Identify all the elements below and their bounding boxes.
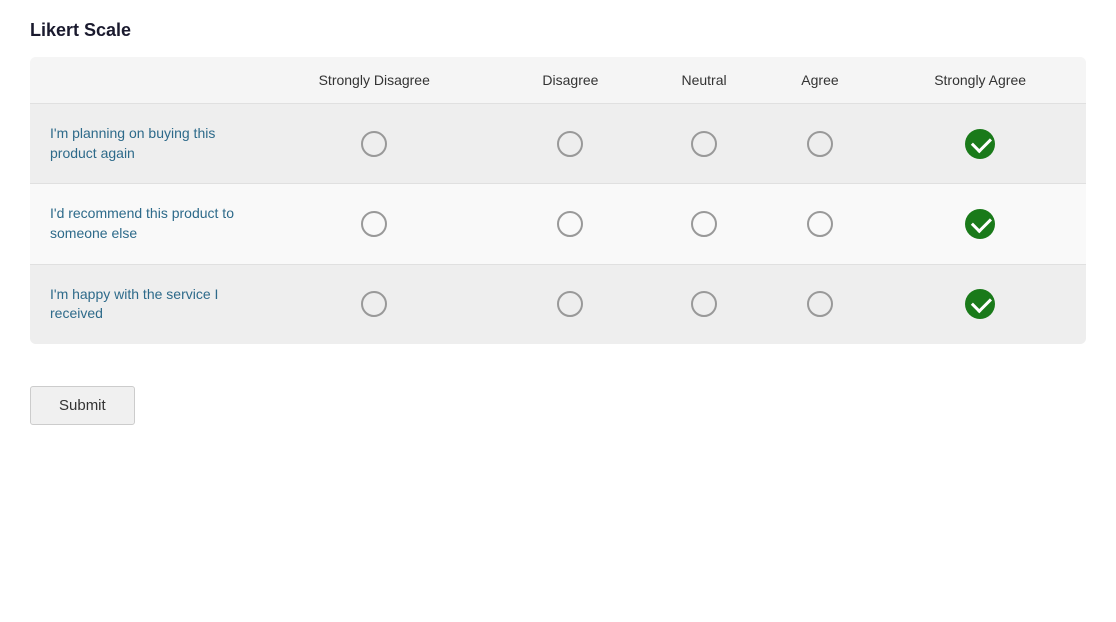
radio-2-neutral[interactable] <box>691 291 717 317</box>
col-header-label <box>30 57 250 104</box>
radio-2-disagree[interactable] <box>557 291 583 317</box>
radio-0-disagree[interactable] <box>557 131 583 157</box>
radio-0-agree[interactable] <box>807 131 833 157</box>
table-row: I'm planning on buying this product agai… <box>30 104 1086 184</box>
radio-cell-2-strongly_disagree[interactable] <box>250 264 498 344</box>
table-row: I'd recommend this product to someone el… <box>30 184 1086 264</box>
row-label-2: I'm happy with the service I received <box>30 264 250 344</box>
row-label-1: I'd recommend this product to someone el… <box>30 184 250 264</box>
page-title: Likert Scale <box>30 20 1086 41</box>
radio-cell-2-strongly_agree[interactable] <box>874 264 1086 344</box>
radio-cell-0-strongly_agree[interactable] <box>874 104 1086 184</box>
radio-1-agree[interactable] <box>807 211 833 237</box>
radio-2-strongly_disagree[interactable] <box>361 291 387 317</box>
checked-icon-1-strongly_agree[interactable] <box>965 209 995 239</box>
radio-cell-1-strongly_agree[interactable] <box>874 184 1086 264</box>
radio-0-neutral[interactable] <box>691 131 717 157</box>
radio-cell-0-agree[interactable] <box>766 104 875 184</box>
col-header-disagree: Disagree <box>498 57 642 104</box>
radio-cell-1-strongly_disagree[interactable] <box>250 184 498 264</box>
radio-1-disagree[interactable] <box>557 211 583 237</box>
radio-cell-2-disagree[interactable] <box>498 264 642 344</box>
checked-icon-2-strongly_agree[interactable] <box>965 289 995 319</box>
radio-1-strongly_disagree[interactable] <box>361 211 387 237</box>
col-header-agree: Agree <box>766 57 875 104</box>
table-header-row: Strongly Disagree Disagree Neutral Agree… <box>30 57 1086 104</box>
radio-1-neutral[interactable] <box>691 211 717 237</box>
row-label-0: I'm planning on buying this product agai… <box>30 104 250 184</box>
col-header-strongly-disagree: Strongly Disagree <box>250 57 498 104</box>
radio-cell-1-agree[interactable] <box>766 184 875 264</box>
radio-cell-2-agree[interactable] <box>766 264 875 344</box>
radio-0-strongly_disagree[interactable] <box>361 131 387 157</box>
checked-icon-0-strongly_agree[interactable] <box>965 129 995 159</box>
col-header-neutral: Neutral <box>642 57 765 104</box>
radio-2-agree[interactable] <box>807 291 833 317</box>
radio-cell-1-disagree[interactable] <box>498 184 642 264</box>
table-row: I'm happy with the service I received <box>30 264 1086 344</box>
submit-button[interactable]: Submit <box>30 386 135 425</box>
col-header-strongly-agree: Strongly Agree <box>874 57 1086 104</box>
table-body: I'm planning on buying this product agai… <box>30 104 1086 344</box>
radio-cell-0-strongly_disagree[interactable] <box>250 104 498 184</box>
radio-cell-1-neutral[interactable] <box>642 184 765 264</box>
radio-cell-0-disagree[interactable] <box>498 104 642 184</box>
radio-cell-2-neutral[interactable] <box>642 264 765 344</box>
likert-table: Strongly Disagree Disagree Neutral Agree… <box>30 57 1086 344</box>
radio-cell-0-neutral[interactable] <box>642 104 765 184</box>
